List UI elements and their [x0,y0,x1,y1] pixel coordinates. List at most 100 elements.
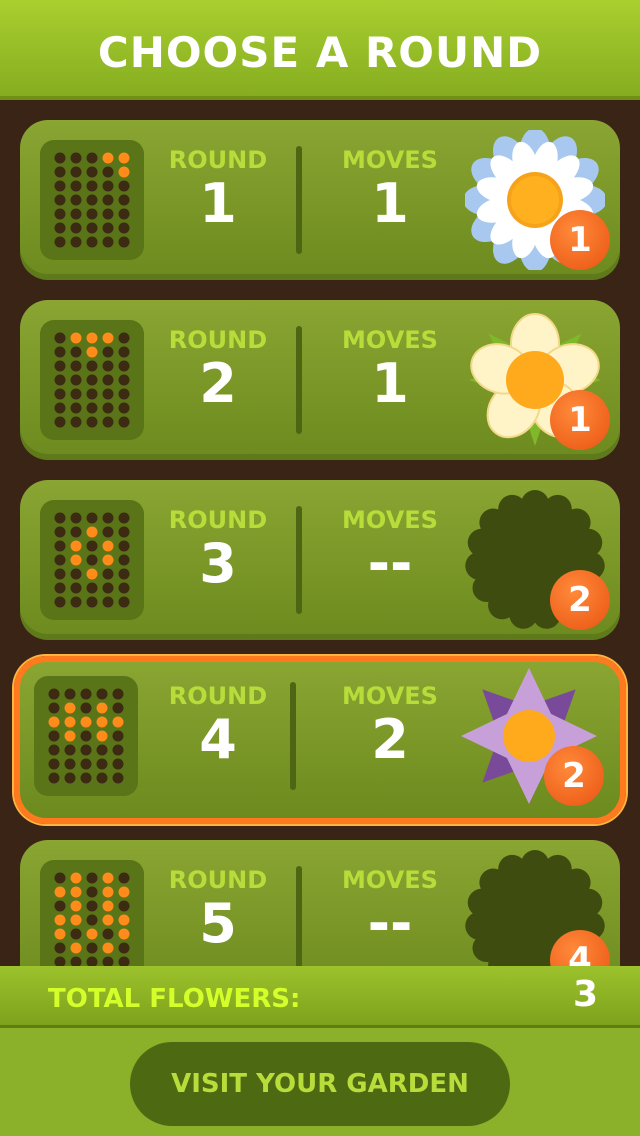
moves-count: 1 [371,172,409,235]
peg-hole [70,526,82,538]
peg-hole [118,374,130,386]
peg-hole [54,582,66,594]
peg-hole [96,772,108,784]
moves-label: MOVES [342,506,438,534]
peg-lit [70,554,82,566]
peg-lit [70,914,82,926]
peg-lit [70,886,82,898]
peg-hole [54,942,66,954]
peg-hole [118,526,130,538]
peg-hole [118,568,130,580]
peg-hole [70,402,82,414]
peg-hole [86,166,98,178]
peg-hole [118,332,130,344]
peg-hole [102,180,114,192]
round-card-5[interactable]: ROUND 5 MOVES -- 4 [20,840,620,966]
peg-lit [96,730,108,742]
peg-hole [54,208,66,220]
peg-hole [48,758,60,770]
peg-hole [86,914,98,926]
peg-hole [112,744,124,756]
peg-lit [86,568,98,580]
moves-count: -- [367,532,413,595]
peg-hole [54,900,66,912]
peg-hole [102,512,114,524]
peg-hole [118,942,130,954]
peg-lit [102,540,114,552]
peg-hole [70,152,82,164]
divider [296,866,302,966]
peg-lit [102,554,114,566]
peg-lit [86,928,98,940]
peg-hole [54,402,66,414]
round-card-2[interactable]: ROUND 2 MOVES 1 1 [20,300,620,460]
peg-lit [86,332,98,344]
peg-hole [54,360,66,372]
peg-lit [118,928,130,940]
peg-hole [54,180,66,192]
peg-hole [102,222,114,234]
flower-count-badge: 2 [550,570,610,630]
peg-hole [80,688,92,700]
page-title: CHOOSE A ROUND [97,28,543,77]
peg-hole [54,166,66,178]
peg-hole [54,332,66,344]
peg-hole [102,568,114,580]
moves-label: MOVES [342,682,438,710]
peg-hole [86,540,98,552]
moves-count: 2 [371,708,409,771]
flower-count-badge: 2 [544,746,604,806]
peg-hole [112,730,124,742]
round-list[interactable]: ROUND 1 MOVES 1 1 ROUND 2 MOVES 1 1 ROUN… [0,100,640,966]
peg-hole [54,236,66,248]
peg-grid-preview [34,676,138,796]
peg-hole [86,512,98,524]
peg-hole [118,872,130,884]
peg-hole [102,596,114,608]
peg-hole [64,688,76,700]
peg-hole [86,222,98,234]
peg-hole [80,772,92,784]
peg-lit [96,716,108,728]
peg-hole [86,886,98,898]
peg-hole [86,388,98,400]
peg-lit [54,886,66,898]
peg-lit [70,942,82,954]
round-card-1[interactable]: ROUND 1 MOVES 1 1 [20,120,620,280]
round-label: ROUND [168,682,268,710]
peg-hole [54,956,66,966]
peg-hole [118,346,130,358]
peg-lit [70,540,82,552]
peg-hole [118,512,130,524]
peg-hole [70,512,82,524]
round-label: ROUND [168,146,268,174]
peg-hole [86,872,98,884]
peg-hole [54,540,66,552]
peg-hole [118,900,130,912]
round-card-4[interactable]: ROUND 4 MOVES 2 2 [14,656,626,824]
peg-lit [102,872,114,884]
peg-hole [80,758,92,770]
peg-lit [80,716,92,728]
peg-hole [102,194,114,206]
peg-hole [86,416,98,428]
round-number: 5 [199,892,237,955]
peg-hole [112,758,124,770]
peg-hole [86,956,98,966]
peg-lit [102,152,114,164]
peg-hole [80,730,92,742]
divider [296,326,302,434]
peg-hole [86,180,98,192]
peg-hole [118,222,130,234]
peg-hole [102,526,114,538]
peg-hole [70,208,82,220]
peg-hole [70,582,82,594]
peg-hole [102,360,114,372]
peg-hole [118,236,130,248]
visit-garden-button[interactable]: VISIT YOUR GARDEN [130,1042,510,1126]
round-card-3[interactable]: ROUND 3 MOVES -- 2 [20,480,620,640]
peg-lit [102,914,114,926]
peg-hole [70,222,82,234]
moves-label: MOVES [342,326,438,354]
moves-label: MOVES [342,866,438,894]
